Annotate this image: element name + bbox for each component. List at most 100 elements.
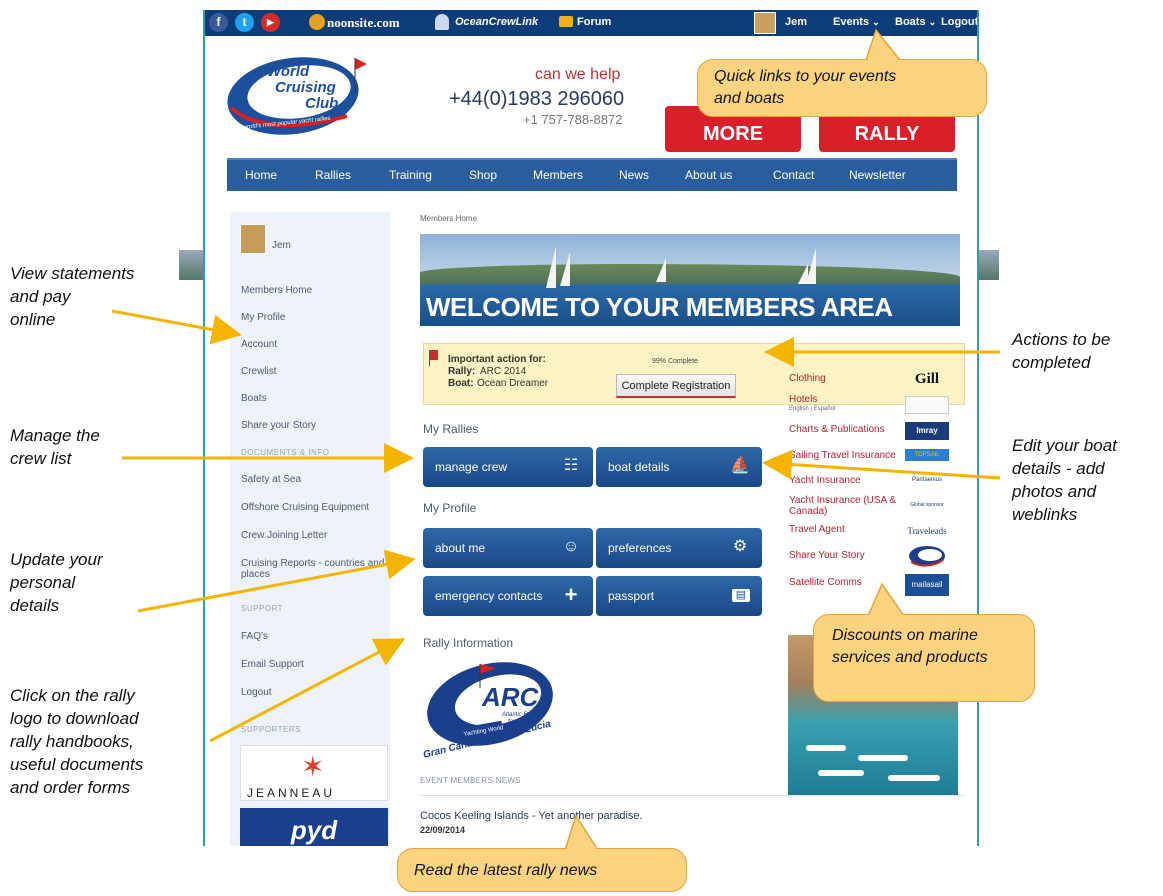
annotation-line: Actions to be <box>1012 330 1111 349</box>
nav-about-us[interactable]: About us <box>685 168 732 182</box>
sidebar-item-account[interactable]: Account <box>241 339 277 350</box>
right-item-satellite-comms[interactable]: Satellite Comms <box>789 577 899 588</box>
twitter-icon[interactable]: t <box>235 13 254 32</box>
preferences-tile[interactable]: preferences ⚙ <box>596 528 762 568</box>
nav-home[interactable]: Home <box>245 168 277 182</box>
sidebar-item-members-home[interactable]: Members Home <box>241 285 312 296</box>
annotation-line: Edit your boat <box>1012 436 1117 455</box>
phone-us: +1 757-788-8872 <box>523 112 623 127</box>
right-item-yacht-insurance-usa[interactable]: Yacht Insurance (USA & <box>789 495 899 506</box>
callout-news: Read the latest rally news <box>397 848 687 892</box>
events-menu[interactable]: Events ⌄ <box>833 16 880 28</box>
logo-word-cruising: Cruising <box>275 79 336 96</box>
global-sponsor-logo[interactable]: Global sponsor <box>905 496 949 514</box>
manage-crew-tile[interactable]: manage crew ☷ <box>423 447 593 487</box>
compass-star-icon: ✶ <box>301 751 325 782</box>
sidebar-item-crewlist[interactable]: Crewlist <box>241 366 277 377</box>
event-news-heading: EVENT MEMBERS NEWS <box>420 776 521 785</box>
user-avatar[interactable] <box>754 12 776 34</box>
sidebar-item-boats[interactable]: Boats <box>241 393 267 404</box>
arc-rally-logo[interactable]: ARC Atlantic Rally for Cruisers Yachting… <box>420 658 560 768</box>
annotation-actions: Actions to be completed <box>1012 328 1110 374</box>
nav-newsletter[interactable]: Newsletter <box>849 168 906 182</box>
mailasail-logo[interactable]: mailasail <box>905 574 949 596</box>
annotation-line: online <box>10 310 56 329</box>
annotation-line: Click on the rally <box>10 686 135 705</box>
share-story-logo[interactable] <box>907 544 947 568</box>
sidebar-item-faqs[interactable]: FAQ's <box>241 631 268 642</box>
right-item-share-story[interactable]: Share Your Story <box>789 550 899 561</box>
boat-details-tile[interactable]: boat details ⛵ <box>596 447 762 487</box>
sidebar-item-share-story[interactable]: Share your Story <box>241 420 316 431</box>
traveleads-logo[interactable]: Traveleads <box>905 522 949 540</box>
pantaenius-logo[interactable]: Pantaenius <box>905 471 949 489</box>
action-rally-value: ARC 2014 <box>480 366 527 377</box>
chevron-down-icon: ⌄ <box>928 17 937 27</box>
about-me-tile[interactable]: about me ☺ <box>423 528 593 568</box>
logout-link[interactable]: Logout <box>941 16 977 28</box>
flag-icon <box>430 350 438 360</box>
nav-members[interactable]: Members <box>533 168 583 182</box>
action-boat-value: Ocean Dreamer <box>477 378 549 389</box>
boats-menu[interactable]: Boats ⌄ <box>895 16 936 28</box>
sidebar-item-offshore-equipment[interactable]: Offshore Cruising Equipment <box>241 502 369 513</box>
forum-link[interactable]: Forum <box>577 16 611 28</box>
sidebar-item-crew-joining-letter[interactable]: Crew Joining Letter <box>241 530 327 541</box>
pyd-wordmark: pyd <box>290 815 338 845</box>
sidebar-item-logout[interactable]: Logout <box>241 687 272 698</box>
boat-shape <box>858 755 908 761</box>
boat-details-label: boat details <box>608 460 670 474</box>
jeanneau-logo[interactable]: ✶ JEANNEAU <box>240 745 388 801</box>
passport-tile[interactable]: passport ▤ <box>596 576 762 616</box>
action-boat-label: Boat: <box>448 378 474 389</box>
right-item-charts[interactable]: Charts & Publications <box>789 424 899 435</box>
oceancrewlink-link[interactable]: OceanCrewLink <box>455 16 538 28</box>
nav-rallies[interactable]: Rallies <box>315 168 351 182</box>
main-nav: Home Rallies Training Shop Members News … <box>227 158 957 191</box>
nav-training[interactable]: Training <box>389 168 432 182</box>
gear-icon: ⚙ <box>732 538 748 555</box>
sidebar-item-my-profile[interactable]: My Profile <box>241 312 285 323</box>
progress-text: 99% Complete <box>652 358 698 365</box>
news-title-link[interactable]: Cocos Keeling Islands - Yet another para… <box>420 810 643 822</box>
sidebar-item-cruising-reports[interactable]: Cruising Reports - countries and <box>241 558 384 569</box>
facebook-icon[interactable]: f <box>209 13 228 32</box>
sidebar-docs-heading: DOCUMENTS & INFO <box>241 448 330 457</box>
right-item-travel-agent[interactable]: Travel Agent <box>789 524 899 535</box>
right-item-hotels[interactable]: Hotels <box>789 394 899 405</box>
member-sidebar: Jem Members Home My Profile Account Crew… <box>230 212 390 846</box>
hotels-logo-placeholder[interactable] <box>905 396 949 414</box>
sidebar-item-safety-at-sea[interactable]: Safety at Sea <box>241 474 301 485</box>
right-item-sailing-travel-insurance[interactable]: Sailing Travel Insurance <box>789 450 899 461</box>
youtube-icon[interactable]: ▶ <box>261 13 280 32</box>
nav-news[interactable]: News <box>619 168 649 182</box>
sidebar-item-cruising-reports-line2[interactable]: places <box>241 569 270 580</box>
noonsite-link[interactable]: noonsite.com <box>327 15 400 31</box>
nav-contact[interactable]: Contact <box>773 168 814 182</box>
jeanneau-wordmark: JEANNEAU <box>247 786 336 800</box>
pyd-logo[interactable]: pyd <box>240 808 388 846</box>
left-background-strip <box>179 250 203 280</box>
user-name-link[interactable]: Jem <box>785 16 807 28</box>
topsail-logo[interactable]: TOPSAIL <box>905 449 949 461</box>
world-cruising-club-logo[interactable]: World Cruising Club the world's most pop… <box>227 52 367 140</box>
avatar[interactable] <box>240 224 266 254</box>
hotels-language-links[interactable]: English | Español <box>789 406 899 412</box>
sidebar-item-email-support[interactable]: Email Support <box>241 659 304 670</box>
right-item-yacht-insurance-usa-line2[interactable]: Canada) <box>789 506 899 517</box>
right-item-yacht-insurance[interactable]: Yacht Insurance <box>789 475 899 486</box>
gill-logo[interactable]: Gill <box>905 370 949 388</box>
emergency-contacts-tile[interactable]: emergency contacts + <box>423 576 593 616</box>
annotation-line: details <box>10 596 60 615</box>
callout-line: services and products <box>832 649 988 666</box>
nav-shop[interactable]: Shop <box>469 168 497 182</box>
logo-word-club: Club <box>305 95 338 112</box>
sidebar-user-name[interactable]: Jem <box>272 240 291 251</box>
right-item-clothing[interactable]: Clothing <box>789 373 899 384</box>
breadcrumb: Members Home <box>420 214 477 223</box>
callout-line: Quick links to your events <box>714 68 897 85</box>
about-me-label: about me <box>435 541 486 555</box>
imray-logo[interactable]: Imray <box>905 422 949 440</box>
annotation-line: logo to download <box>10 709 139 728</box>
complete-registration-button[interactable]: Complete Registration <box>616 374 736 398</box>
